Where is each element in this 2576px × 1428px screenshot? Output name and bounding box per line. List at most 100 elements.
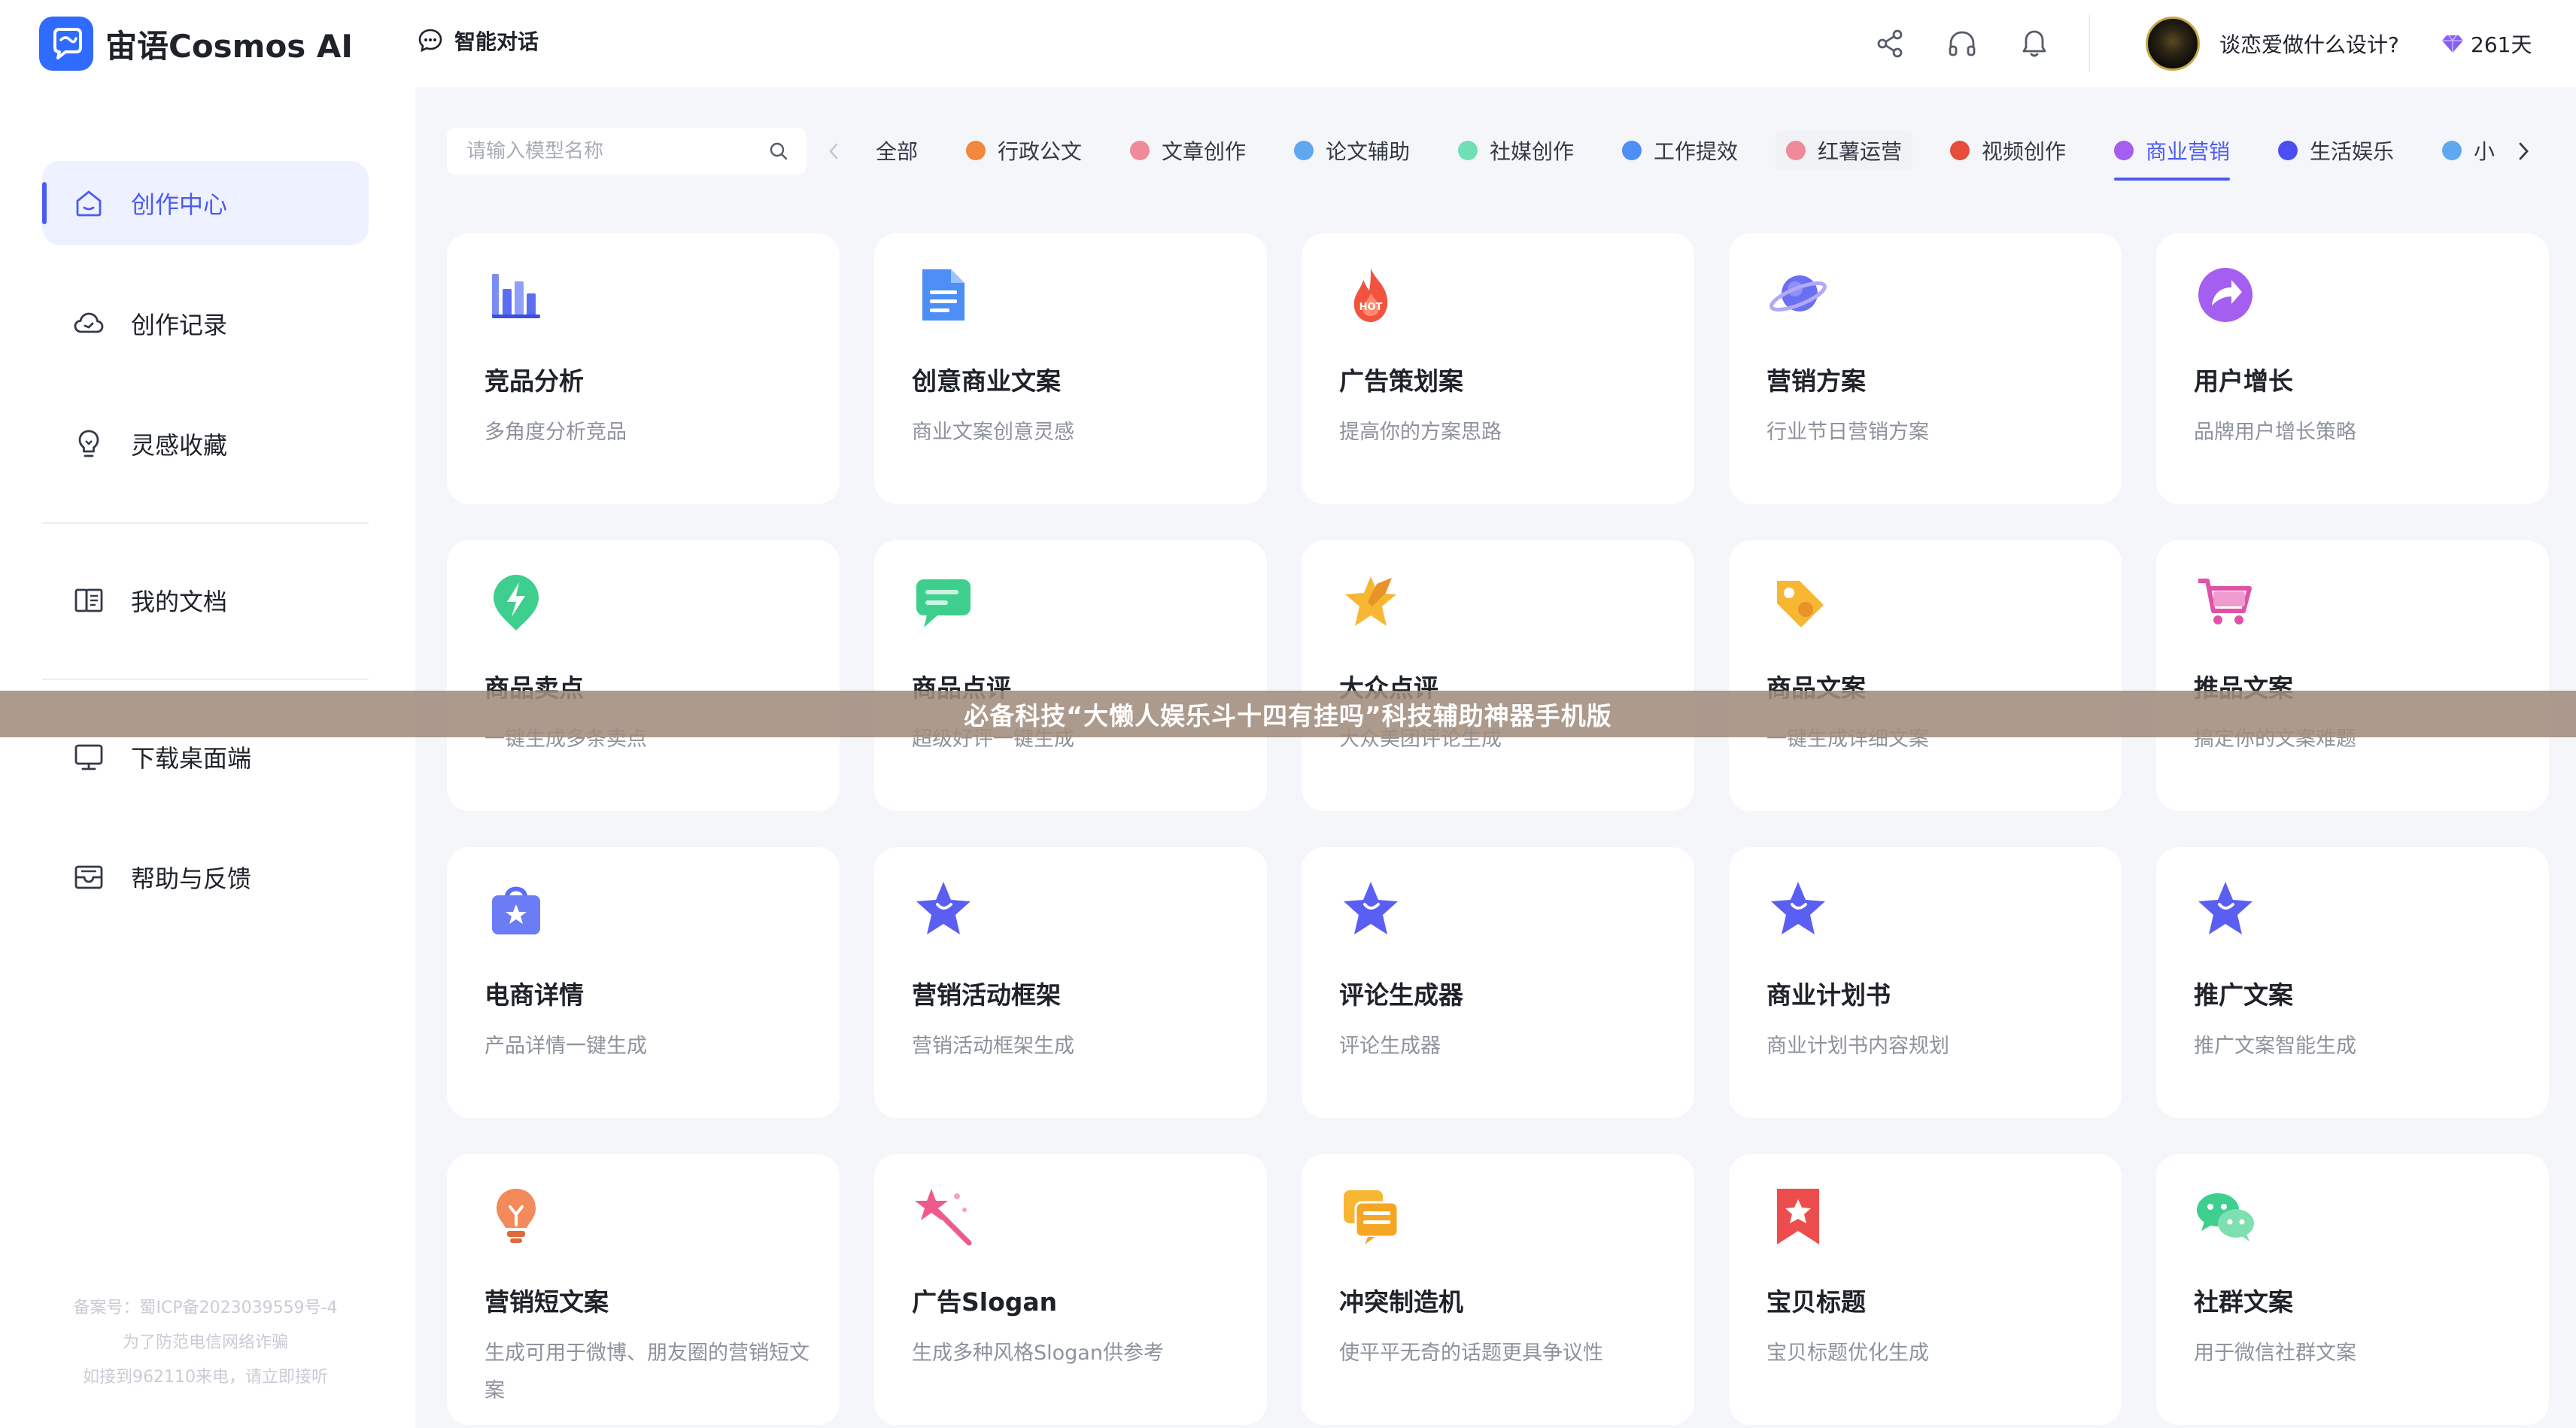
share-arrow-icon	[2198, 268, 2252, 322]
card-desc: 生成可用于微博、朋友圈的营销短文案	[485, 1341, 810, 1402]
chat-icon	[418, 29, 442, 53]
card-user-growth[interactable]: 用户增长 品牌用户增长策略	[2156, 233, 2549, 504]
app-name: 宙语Cosmos AI	[105, 27, 354, 65]
card-title: 广告Slogan	[912, 1287, 1058, 1317]
user-name[interactable]: 谈恋爱做什么设计?	[2219, 29, 2399, 59]
card-selling-points[interactable]: 商品卖点 一键生成多条卖点	[447, 540, 840, 811]
card-ad-slogan[interactable]: 广告Slogan 生成多种风格Slogan供参考	[874, 1154, 1267, 1425]
category-dot-icon	[2114, 141, 2134, 160]
footer-line: 为了防范电信网络诈骗	[122, 1333, 288, 1352]
card-community-copy[interactable]: 社群文案 用于微信社群文案	[2156, 1154, 2549, 1425]
home-icon	[76, 190, 102, 217]
card-promo-copy[interactable]: 推广文案 推广文案智能生成	[2156, 847, 2549, 1118]
sidebar-item-label: 帮助与反馈	[131, 864, 252, 893]
card-desc: 推广文案智能生成	[2194, 1035, 2356, 1058]
sidebar: 创作中心 创作记录 灵感收藏 我的文档 下载桌面端 帮助与反馈 备案号：蜀ICP…	[0, 87, 415, 1428]
tab-label: 小i	[2474, 139, 2496, 164]
tab-label: 红薯运营	[1818, 139, 1903, 164]
card-short-marketing-copy[interactable]: 营销短文案 生成可用于微博、朋友圈的营销短文案	[447, 1154, 840, 1425]
monitor-icon	[74, 744, 103, 770]
sidebar-item-creation-center[interactable]: 创作中心	[42, 161, 369, 245]
card-ecommerce-detail[interactable]: 电商详情 产品详情一键生成	[447, 847, 840, 1118]
credits-badge[interactable]: 261天	[2441, 29, 2532, 59]
lightbulb-icon	[497, 1189, 536, 1243]
sidebar-item-help-feedback[interactable]: 帮助与反馈	[42, 835, 369, 919]
search-icon[interactable]	[767, 140, 790, 163]
model-search-box	[447, 128, 807, 175]
category-tabs: 全部 行政公文 文章创作 论文辅助 社媒创作 工作提效 红薯运营 视频创作 商业…	[871, 126, 2496, 187]
card-desc: 商业文案创意灵感	[912, 421, 1074, 444]
tab-xiaohongshu[interactable]: 红薯运营	[1776, 131, 1913, 170]
tab-social-media[interactable]: 社媒创作	[1458, 131, 1574, 170]
tab-article-writing[interactable]: 文章创作	[1130, 131, 1246, 170]
card-title: 创意商业文案	[912, 366, 1061, 396]
tag-icon	[1777, 581, 1824, 627]
card-competitor-analysis[interactable]: 竞品分析 多角度分析竞品	[447, 233, 840, 504]
tabs-scroll-left-icon[interactable]	[823, 140, 844, 163]
bell-icon[interactable]	[2018, 27, 2051, 60]
tabs-scroll-right-icon[interactable]	[2513, 138, 2534, 164]
wechat-icon	[2197, 1193, 2254, 1241]
smart-chat-label: 智能对话	[454, 29, 539, 54]
sidebar-item-inspiration[interactable]: 灵感收藏	[42, 402, 369, 486]
document-icon	[74, 588, 103, 612]
card-creative-copy[interactable]: 创意商业文案 商业文案创意灵感	[874, 233, 1267, 504]
cloud-icon	[74, 312, 104, 333]
card-title: 电商详情	[485, 980, 584, 1010]
banner-text: 必备科技“大懒人娱乐斗十四有挂吗”科技辅助神器手机版	[964, 701, 1612, 731]
shopping-bag-icon	[492, 886, 540, 934]
tab-paper-assist[interactable]: 论文辅助	[1294, 131, 1410, 170]
card-desc: 营销活动框架生成	[912, 1035, 1074, 1058]
tab-lifestyle[interactable]: 生活娱乐	[2278, 131, 2394, 170]
sidebar-item-my-documents[interactable]: 我的文档	[42, 558, 369, 643]
tab-video-creation[interactable]: 视频创作	[1950, 131, 2066, 170]
tab-work-efficiency[interactable]: 工作提效	[1622, 131, 1738, 170]
mail-icon	[74, 865, 103, 889]
card-title: 营销活动框架	[912, 980, 1061, 1010]
card-business-plan[interactable]: 商业计划书 商业计划书内容规划	[1729, 847, 2122, 1118]
card-marketing-plan[interactable]: 营销方案 行业节日营销方案	[1729, 233, 2122, 504]
sidebar-item-label: 下载桌面端	[131, 744, 252, 773]
user-avatar[interactable]	[2146, 17, 2200, 71]
card-product-review[interactable]: 商品点评 超级好评一键生成	[874, 540, 1267, 811]
cart-icon	[2198, 579, 2252, 624]
card-title: 用户增长	[2194, 366, 2293, 396]
card-product-copy[interactable]: 商品文案 一键生成详细文案	[1729, 540, 2122, 811]
share-icon[interactable]	[1873, 27, 1906, 60]
tab-label: 社媒创作	[1490, 139, 1575, 164]
category-dot-icon	[1294, 141, 1314, 160]
tab-xiaoi[interactable]: 小i	[2442, 131, 2496, 170]
model-search-input[interactable]	[466, 140, 752, 163]
card-conflict-maker[interactable]: 冲突制造机 使平平无奇的话题更具争议性	[1302, 1154, 1694, 1425]
tab-all[interactable]: 全部	[876, 131, 918, 170]
headphones-icon[interactable]	[1946, 27, 1979, 60]
star-icon	[916, 882, 971, 934]
sidebar-item-label: 创作中心	[131, 190, 228, 219]
card-recommend-copy[interactable]: 推品文案 搞定你的文案难题	[2156, 540, 2549, 811]
tab-label: 商业营销	[2146, 139, 2231, 164]
tab-administrative[interactable]: 行政公文	[966, 131, 1082, 170]
card-ad-plan[interactable]: HOT 广告策划案 提高你的方案思路	[1302, 233, 1694, 504]
star-icon	[1771, 882, 1825, 934]
footer-line[interactable]: 备案号：蜀ICP备2023039559号-4	[42, 1291, 369, 1326]
card-review-generator[interactable]: 评论生成器 评论生成器	[1302, 847, 1694, 1118]
card-title: 竞品分析	[485, 366, 584, 396]
sidebar-item-creation-history[interactable]: 创作记录	[42, 281, 369, 366]
card-title: 宝贝标题	[1766, 1287, 1866, 1317]
svg-text:HOT: HOT	[1359, 302, 1383, 313]
card-title: 评论生成器	[1339, 980, 1463, 1010]
top-header: 宙语Cosmos AI 智能对话 谈恋爱做什么设计? 261天	[0, 0, 2576, 87]
sidebar-divider	[42, 522, 369, 524]
card-desc: 评论生成器	[1339, 1035, 1441, 1058]
card-dianping[interactable]: 大众点评 大众美团评论生成	[1302, 540, 1694, 811]
card-item-title[interactable]: 宝贝标题 宝贝标题优化生成	[1729, 1154, 2122, 1425]
card-desc: 行业节日营销方案	[1766, 421, 1929, 444]
tab-label: 文章创作	[1162, 139, 1247, 164]
tab-business-marketing[interactable]: 商业营销	[2114, 131, 2231, 181]
app-logo[interactable]: 宙语Cosmos AI	[39, 17, 353, 71]
logo-chat-icon	[39, 17, 93, 71]
lightbulb-icon	[78, 430, 99, 457]
category-dot-icon	[1458, 141, 1478, 160]
card-campaign-framework[interactable]: 营销活动框架 营销活动框架生成	[874, 847, 1267, 1118]
smart-chat-nav[interactable]: 智能对话	[417, 26, 539, 56]
